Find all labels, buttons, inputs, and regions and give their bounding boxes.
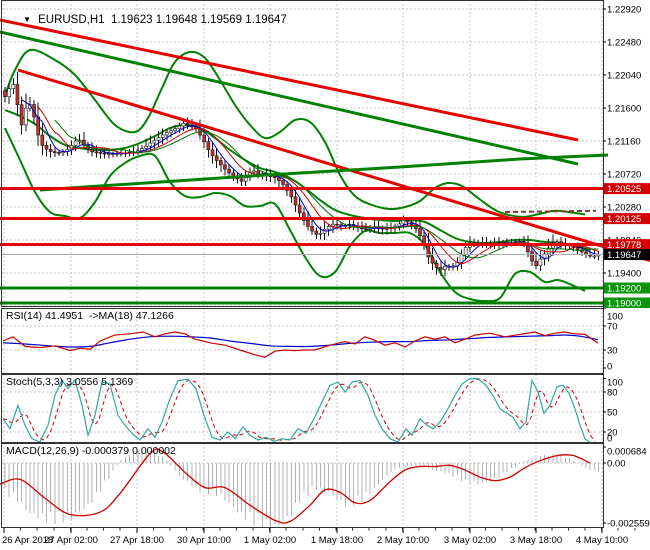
rsi-line [2,331,599,358]
time-axis-label: 1 May 02:00 [244,535,296,546]
price-badge-label: 1.19000 [607,299,641,309]
stoch-axis-label: 0 [607,434,612,444]
rsi-axis-label: 70 [607,322,618,333]
stoch-k-line [2,378,598,443]
stochastic-panel[interactable]: 100 80 50 20 0 Stoch(5,3,3) 3.0556 5.1369 [0,374,650,443]
price-badge-label: 1.19647 [607,250,641,261]
price-badge-label: 1.20125 [607,214,641,225]
main-chart-canvas[interactable]: 1.22920 1.22480 1.22040 1.21600 1.21160 1.207… [0,0,650,308]
macd-canvas[interactable]: 0.0006840.00 -0.002559 [0,443,650,528]
macd-panel[interactable]: 0.000684 0.00 -0.002559 MACD(12,26,9) -0.0… [0,443,650,528]
macd-axis-label: -0.002559 [607,518,650,528]
time-axis-canvas[interactable]: 26 Apr 201827 Apr 02:00 27 Apr 18:00 30 Ap… [0,528,650,550]
trendline[interactable] [39,153,609,192]
price-badge-label: 1.19200 [607,284,641,295]
price-axis-label: 1.22040 [607,71,641,82]
price-badge-label: 1.20525 [607,184,641,195]
price-axis-label: 1.21600 [607,104,641,115]
rsi-canvas[interactable]: 10070300 [0,308,650,374]
stoch-axis-label: 80 [607,387,618,398]
rsi-panel[interactable]: 100 70 30 0 RSI(14) 41.4951 ->MA(18) 47.126… [0,308,650,374]
trendline[interactable] [17,68,650,263]
macd-axis-label: 0.00 [607,459,626,470]
price-axis-label: 1.22480 [607,38,641,49]
stoch-axis-label: 50 [607,407,618,418]
macd-axis-label: 0.000684 [607,447,647,458]
stochastic-canvas[interactable]: 1008050200 [0,374,650,443]
main-chart-panel[interactable]: 1.22920 1.22480 1.22040 1.21600 1.21160 1.207… [0,0,650,308]
price-axis-label: 1.22920 [607,5,641,16]
rsi-axis-label: 30 [607,346,618,357]
chart-window: 1.22920 1.22480 1.22040 1.21600 1.21160 1.207… [0,0,650,550]
time-axis-label: 30 Apr 10:00 [177,535,231,546]
time-axis-label: 3 May 02:00 [444,535,496,546]
price-axis-label: 1.20720 [607,170,641,181]
rsi-axis-label: 0 [607,362,612,373]
price-axis-label: 1.21160 [607,137,641,148]
time-axis-label: 27 Apr 18:00 [110,535,164,546]
price-axis-label: 1.20280 [607,203,641,214]
time-axis[interactable]: 26 Apr 2018 27 Apr 02:00 27 Apr 18:00 30 Ap… [0,528,650,550]
price-axis-label: 1.19400 [607,269,641,280]
time-axis-label: 4 May 10:00 [576,535,628,546]
trendline[interactable] [0,18,579,142]
time-axis-label: 1 May 18:00 [311,535,363,546]
time-axis-label: 3 May 18:00 [510,535,562,546]
time-axis-label: 2 May 10:00 [377,535,429,546]
bollinger-band [4,109,591,251]
macd-histogram [4,449,599,528]
time-axis-label: 27 Apr 02:00 [44,535,98,546]
